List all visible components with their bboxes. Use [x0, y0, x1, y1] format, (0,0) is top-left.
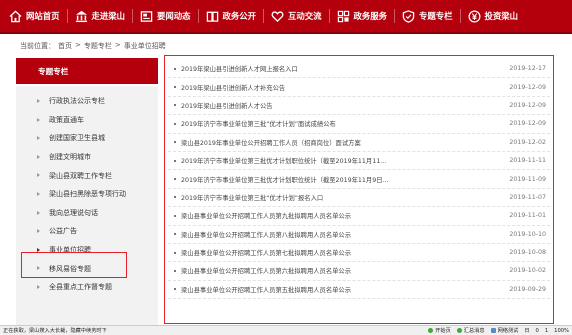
sidebar-title: 专题专栏: [16, 58, 158, 86]
nav-label: 互动交流: [288, 11, 322, 21]
zoom-level[interactable]: 100%: [554, 328, 569, 334]
heart-icon: [271, 10, 284, 23]
nav-label: 走进梁山: [91, 11, 126, 21]
status-item[interactable]: 0: [536, 328, 539, 334]
nav-gov-affairs[interactable]: 政务公开: [199, 0, 264, 33]
sidebar: 专题专栏 行政执法公示专栏 政策直通车 创建国家卫生县城 创建文明城市 梁山县双…: [16, 58, 158, 326]
message-icon: [456, 328, 462, 333]
status-text: 正在获取，梁山搜入大长裁，隐藏中续务时下: [3, 328, 107, 334]
triangle-right-icon: [37, 284, 40, 289]
status-item[interactable]: 开始页: [428, 327, 451, 334]
status-item[interactable]: 汇总消息: [456, 327, 485, 334]
sidebar-item-label: 行政执法公示专栏: [49, 97, 105, 106]
nav-invest[interactable]: 投资梁山: [461, 0, 526, 33]
nav-home[interactable]: 网站首页: [2, 0, 67, 33]
nav-about[interactable]: 走进梁山: [68, 0, 133, 33]
triangle-right-icon: [37, 173, 40, 178]
sidebar-item-label: 梁山县扫黑除恶专项行动: [49, 190, 126, 199]
sidebar-item-label: 政策直通车: [49, 115, 84, 124]
nav-label: 要闻动态: [157, 11, 191, 21]
nav-interaction[interactable]: 互动交流: [264, 0, 329, 33]
content-highlight-box: [164, 55, 554, 324]
top-navigation: 网站首页 走进梁山 要闻动态 政务公开 互动交流 政务服务 专题专栏 投资梁山: [0, 0, 572, 34]
nav-label: 专题专栏: [419, 11, 453, 21]
sidebar-item-label: 梁山县双聘工作专栏: [49, 171, 112, 180]
nav-label: 投资梁山: [484, 11, 519, 21]
active-item-highlight-box: [21, 252, 127, 278]
sidebar-item-label: 创建国家卫生县城: [49, 134, 105, 143]
building-icon: [75, 10, 88, 23]
triangle-right-icon: [37, 117, 40, 122]
nav-services[interactable]: 政务服务: [330, 0, 395, 33]
breadcrumb-current: 事业单位招聘: [123, 42, 166, 50]
breadcrumb: 当前位置： 首页 > 专题专栏 > 事业单位招聘: [20, 41, 166, 51]
home-icon: [9, 10, 22, 23]
sidebar-item[interactable]: 全县重点工作督专题: [16, 278, 158, 297]
nav-label: 政务服务: [353, 11, 388, 21]
shield-icon: [402, 9, 415, 23]
sidebar-item[interactable]: 公益广告: [16, 222, 158, 241]
status-item[interactable]: 1: [545, 328, 548, 334]
triangle-right-icon: [37, 229, 40, 234]
yen-icon: [468, 10, 481, 23]
status-item[interactable]: 日: [524, 327, 529, 334]
sidebar-item[interactable]: 行政执法公示专栏: [16, 92, 158, 111]
news-icon: [140, 10, 153, 23]
sidebar-item[interactable]: 我向总理说句话: [16, 204, 158, 223]
triangle-right-icon: [37, 191, 40, 196]
sidebar-item[interactable]: 政策直通车: [16, 111, 158, 130]
breadcrumb-section-link[interactable]: 专题专栏: [84, 41, 112, 51]
sidebar-item-label: 全县重点工作督专题: [49, 283, 112, 292]
breadcrumb-separator: >: [114, 41, 121, 49]
triangle-right-icon: [37, 99, 40, 103]
triangle-right-icon: [37, 136, 40, 141]
book-icon: [206, 10, 219, 23]
nav-label: 网站首页: [26, 11, 60, 21]
nav-label: 政务公开: [222, 11, 257, 21]
breadcrumb-home-link[interactable]: 首页: [58, 41, 72, 51]
service-icon: [337, 10, 350, 23]
sidebar-item[interactable]: 梁山县双聘工作专栏: [16, 166, 158, 185]
nav-special-topics[interactable]: 专题专栏: [395, 0, 460, 33]
triangle-right-icon: [37, 210, 40, 215]
start-page-icon: [428, 328, 434, 333]
sidebar-item[interactable]: 梁山县扫黑除恶专项行动: [16, 185, 158, 204]
sidebar-item-label: 公益广告: [49, 227, 77, 236]
sidebar-item[interactable]: 创建文明城市: [16, 148, 158, 167]
triangle-right-icon: [37, 154, 40, 159]
sidebar-item-label: 创建文明城市: [49, 153, 91, 162]
sidebar-item-label: 我向总理说句话: [49, 208, 98, 217]
breadcrumb-separator: >: [75, 41, 81, 49]
status-item[interactable]: 网络测试: [490, 327, 518, 334]
sidebar-item[interactable]: 创建国家卫生县城: [16, 129, 158, 148]
browser-status-bar: 正在获取，梁山搜入大长裁，隐藏中续务时下 开始页 汇总消息 网络测试 日 0 1…: [0, 325, 572, 335]
status-tray: 开始页 汇总消息 网络测试 日 0 1 100%: [428, 327, 569, 334]
nav-news[interactable]: 要闻动态: [133, 0, 198, 33]
breadcrumb-prefix: 当前位置：: [20, 42, 55, 50]
network-icon: [490, 328, 496, 333]
